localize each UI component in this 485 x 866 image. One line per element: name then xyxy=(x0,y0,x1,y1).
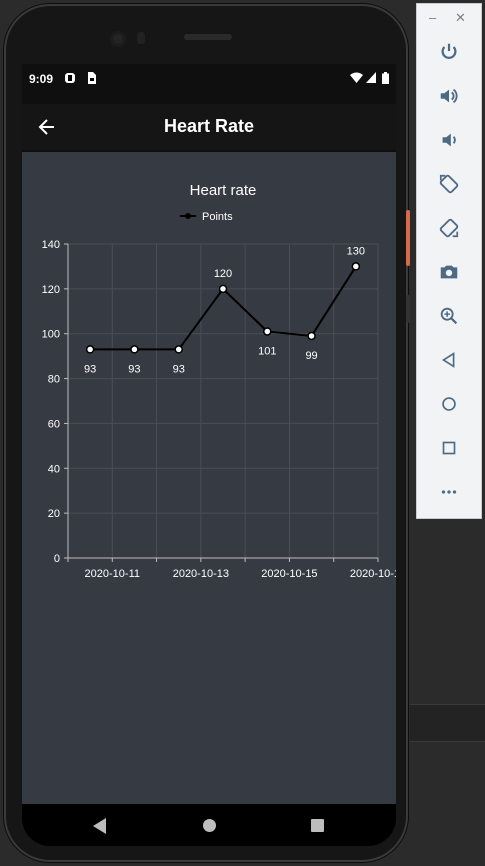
y-tick-label: 20 xyxy=(48,508,60,520)
y-tick-label: 80 xyxy=(48,374,60,386)
data-point xyxy=(130,345,139,354)
status-time: 9:09 xyxy=(29,72,54,86)
data-point xyxy=(307,331,316,341)
earpiece xyxy=(184,34,232,40)
data-label: 93 xyxy=(173,363,185,375)
home-icon[interactable] xyxy=(433,388,465,420)
y-tick-label: 100 xyxy=(42,329,60,341)
back-triangle-icon[interactable] xyxy=(93,818,107,839)
rotate-right-icon[interactable] xyxy=(433,212,465,244)
status-bar: 9:09 xyxy=(22,64,396,92)
phone-frame: 9:09 Heart Rate Heart rate Points 0 20 4… xyxy=(4,4,408,862)
minimize-icon[interactable]: – xyxy=(429,10,436,25)
background-toolbar-strip xyxy=(410,704,485,742)
chart-area: Heart rate Points 0 20 40 60 80 100 120 140 2020-1… xyxy=(22,152,396,804)
overview-icon[interactable] xyxy=(433,432,465,464)
x-tick-label: 2020-10-17 xyxy=(350,568,396,580)
page-title: Heart Rate xyxy=(163,116,255,136)
recents-square-icon[interactable] xyxy=(311,819,324,837)
back-icon[interactable] xyxy=(433,344,465,376)
data-point xyxy=(174,345,183,354)
camera-icon[interactable] xyxy=(433,256,465,288)
y-tick-label: 140 xyxy=(42,239,60,251)
data-label: 93 xyxy=(128,363,140,375)
x-tick-label: 2020-10-11 xyxy=(85,568,140,580)
wifi-icon xyxy=(350,72,363,86)
data-label: 120 xyxy=(214,268,232,280)
data-label: 93 xyxy=(84,363,96,375)
app-bar: Heart Rate xyxy=(22,104,396,150)
home-circle-icon[interactable] xyxy=(203,819,216,837)
x-tick-label: 2020-10-13 xyxy=(173,568,229,580)
rotate-left-icon[interactable] xyxy=(433,168,465,200)
y-tick-label: 0 xyxy=(54,553,60,565)
heart-rate-chart: Heart rate Points 0 20 40 60 80 100 120 140 2020-1… xyxy=(42,182,396,580)
side-power-button xyxy=(406,210,410,266)
side-volume-button xyxy=(406,295,410,323)
data-label: 101 xyxy=(258,345,276,357)
front-camera xyxy=(110,31,126,47)
data-point xyxy=(351,262,361,271)
sim-card-icon xyxy=(86,72,97,87)
close-icon[interactable]: ✕ xyxy=(455,10,466,26)
data-point xyxy=(85,345,95,354)
x-tick-label: 2020-10-15 xyxy=(261,568,317,580)
legend-label: Points xyxy=(202,211,233,223)
legend-marker xyxy=(185,213,191,219)
y-tick-label: 40 xyxy=(48,463,60,475)
battery-icon xyxy=(382,72,389,87)
phone-screen: 9:09 Heart Rate Heart rate Points 0 20 4… xyxy=(22,64,396,846)
data-point xyxy=(218,284,228,294)
more-icon[interactable] xyxy=(433,476,465,508)
navigation-bar xyxy=(22,804,396,846)
y-tick-label: 120 xyxy=(42,284,60,296)
signal-icon xyxy=(366,72,376,86)
y-tick-label: 60 xyxy=(48,418,60,430)
emulator-control-panel: – ✕ xyxy=(416,3,482,519)
volume-down-icon[interactable] xyxy=(433,124,465,156)
sensor xyxy=(137,32,145,44)
data-label: 130 xyxy=(347,245,365,257)
data-point xyxy=(263,327,272,336)
volume-up-icon[interactable] xyxy=(433,80,465,112)
data-label: 99 xyxy=(305,350,317,362)
power-icon[interactable] xyxy=(433,36,465,68)
zoom-icon[interactable] xyxy=(433,300,465,332)
chart-title: Heart rate xyxy=(190,182,257,199)
app-notification-icon xyxy=(64,72,76,87)
